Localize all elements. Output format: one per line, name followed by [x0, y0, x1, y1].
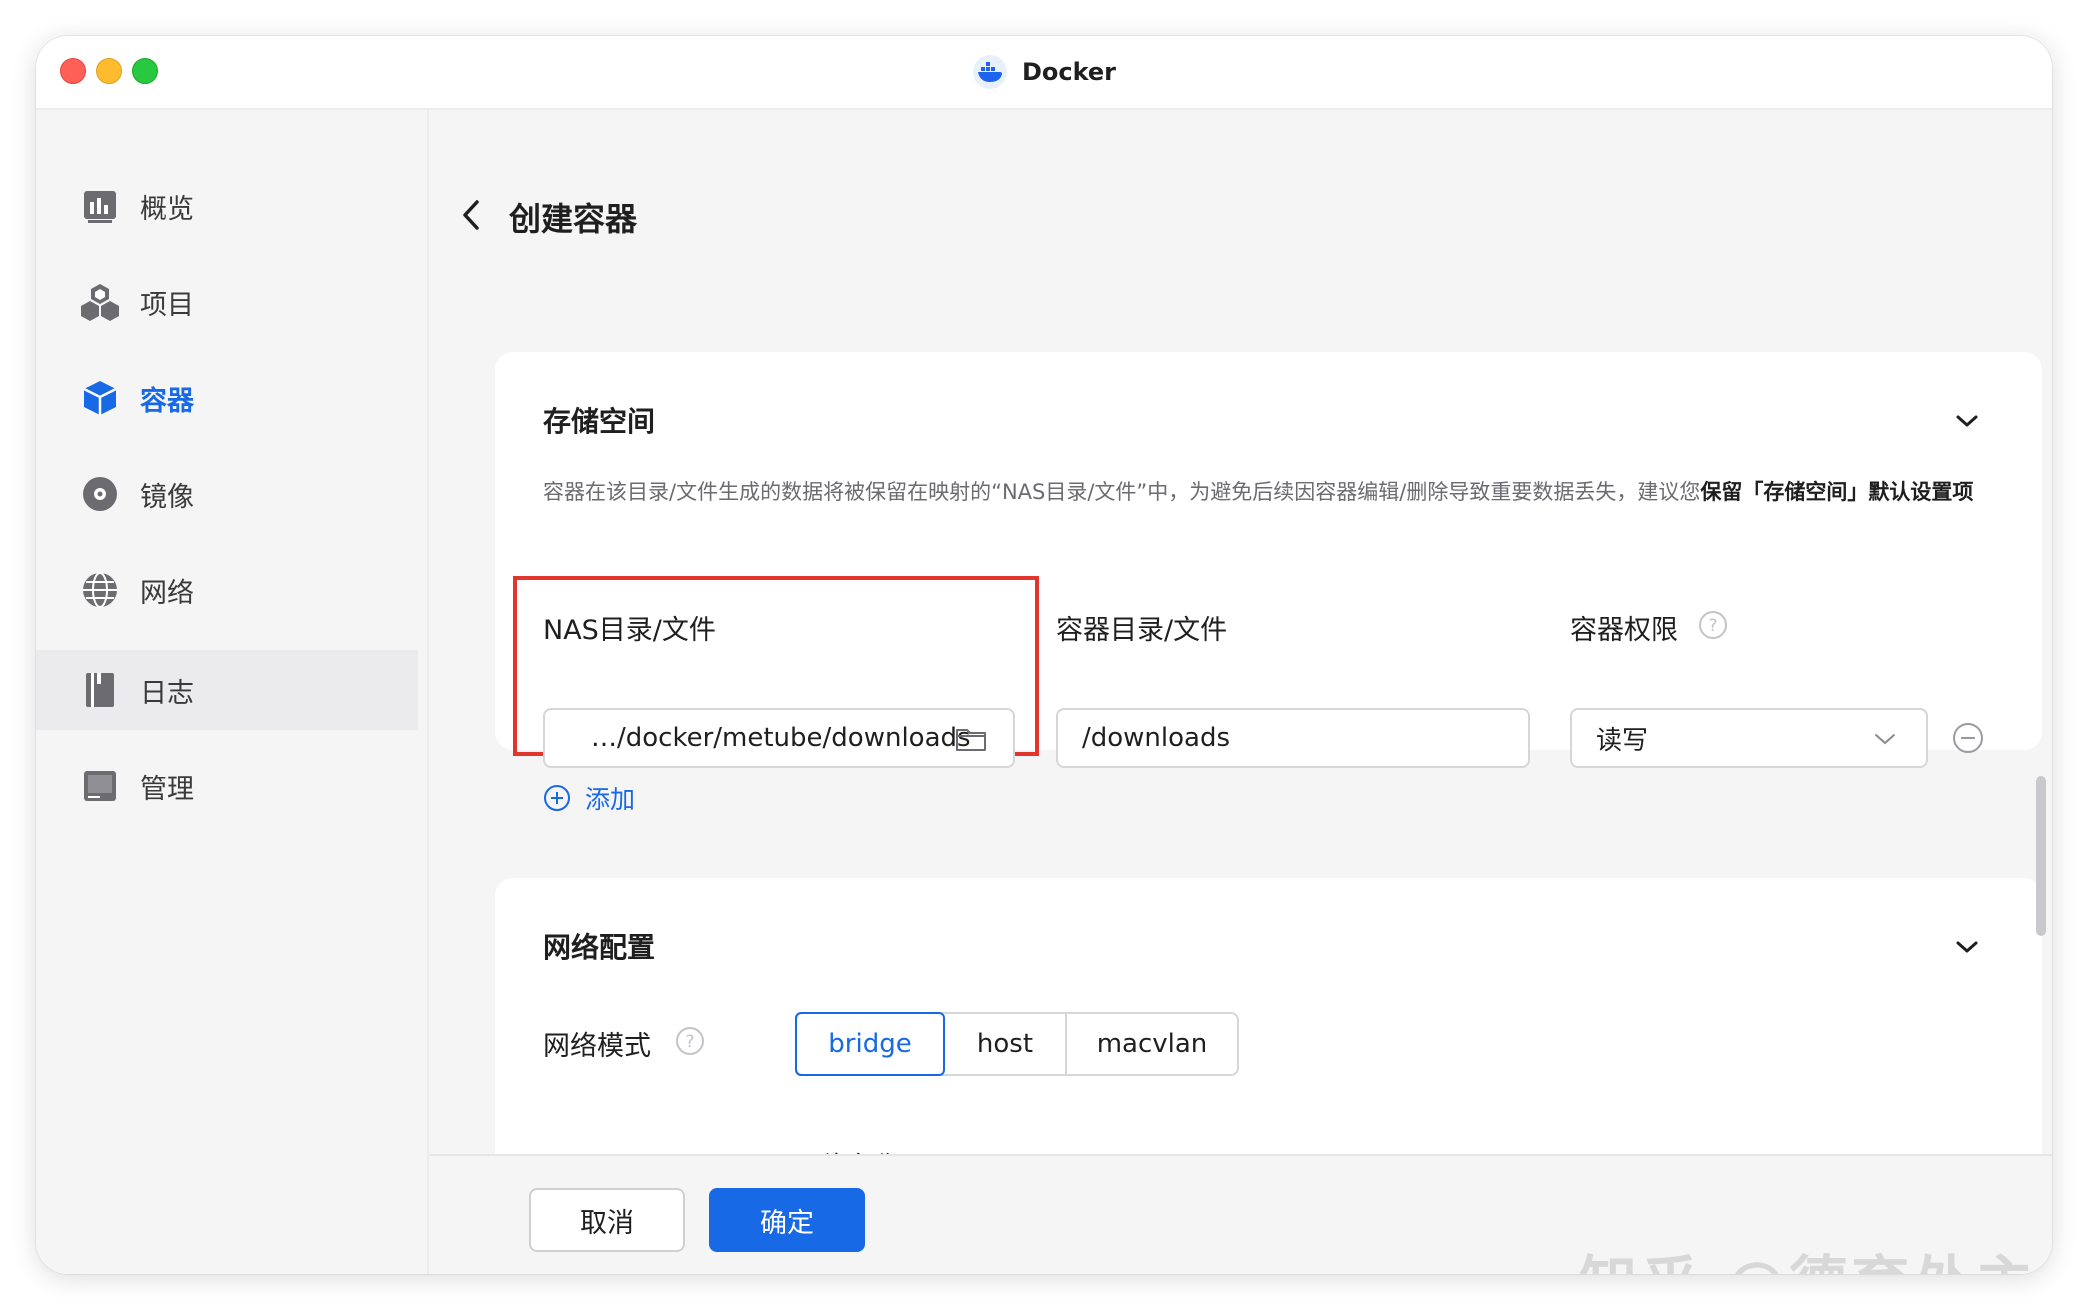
nas-path-value: …/docker/metube/downloads [591, 723, 971, 753]
container-permission-label: 容器权限 [1570, 615, 1678, 646]
container-cube-icon [83, 381, 117, 415]
folder-icon[interactable] [955, 726, 987, 752]
sidebar-item-network[interactable]: 网络 [36, 550, 418, 630]
app-title: Docker [36, 36, 2052, 108]
app-title-text: Docker [1021, 58, 1117, 86]
sidebar: 概览 项目 容器 镜像 网络 日志 管理 [36, 110, 429, 1274]
image-disc-icon [83, 477, 117, 511]
sidebar-item-manage[interactable]: 管理 [36, 746, 418, 826]
title-bar: Docker [36, 36, 2052, 110]
sidebar-item-overview[interactable]: 概览 [36, 166, 418, 246]
container-path-value: /downloads [1082, 723, 1231, 753]
svg-text:?: ? [1708, 616, 1717, 636]
select-chevron-down-icon [1875, 734, 1895, 745]
sidebar-item-label: 概览 [140, 193, 194, 225]
svg-text:?: ? [685, 1032, 694, 1052]
network-mode-bridge[interactable]: bridge [795, 1012, 945, 1076]
chevron-down-icon[interactable] [1954, 412, 1980, 430]
container-path-input[interactable]: /downloads [1056, 708, 1530, 768]
vertical-scrollbar[interactable] [2036, 776, 2046, 936]
storage-section: 存储空间 容器在该目录/文件生成的数据将被保留在映射的“NAS目录/文件”中，为… [495, 352, 2042, 814]
chevron-down-icon[interactable] [1954, 938, 1980, 956]
add-storage-label: 添加 [585, 785, 636, 814]
confirm-button[interactable]: 确定 [709, 1188, 865, 1252]
storage-description-text: 容器在该目录/文件生成的数据将被保留在映射的“NAS目录/文件”中，为避免后续因… [543, 480, 1701, 504]
storage-description: 容器在该目录/文件生成的数据将被保留在映射的“NAS目录/文件”中，为避免后续因… [543, 472, 1993, 512]
network-mode-host[interactable]: host [945, 1014, 1067, 1074]
sidebar-item-label: 管理 [140, 773, 194, 805]
cancel-button[interactable]: 取消 [529, 1188, 685, 1252]
docker-window: Docker 概览 项目 容器 镜像 网络 日志 管理 创建容器 存储空间 容器… [36, 36, 2052, 1274]
sidebar-item-label: 项目 [140, 289, 194, 321]
log-book-icon [86, 673, 114, 707]
network-mode-macvlan[interactable]: macvlan [1067, 1014, 1237, 1074]
manage-window-icon [84, 771, 116, 801]
sidebar-item-log[interactable]: 日志 [36, 650, 418, 730]
project-cubes-icon [81, 284, 119, 321]
sidebar-item-container[interactable]: 容器 [36, 358, 418, 438]
permission-select[interactable]: 读写 [1570, 708, 1928, 768]
watermark: 知乎 @德育处主任 [1579, 1236, 2052, 1274]
remove-row-icon[interactable] [1952, 722, 1984, 754]
storage-section-title: 存储空间 [543, 405, 656, 438]
network-mode-label: 网络模式 [543, 1031, 651, 1062]
network-mode-segmented-control: bridge host macvlan [795, 1012, 1239, 1076]
main-content: 创建容器 存储空间 容器在该目录/文件生成的数据将被保留在映射的“NAS目录/文… [429, 110, 2052, 1274]
storage-description-strong: 保留「存储空间」默认设置项 [1700, 480, 1974, 504]
sidebar-item-project[interactable]: 项目 [36, 262, 418, 342]
sidebar-item-label: 网络 [140, 577, 194, 609]
sidebar-item-image[interactable]: 镜像 [36, 454, 418, 534]
help-icon[interactable]: ? [1698, 610, 1728, 640]
overview-chart-icon [84, 191, 116, 223]
sidebar-item-label: 日志 [140, 677, 194, 709]
add-circle-icon [544, 785, 570, 811]
add-storage-button[interactable]: 添加 [543, 780, 635, 816]
back-arrow-icon[interactable] [457, 198, 485, 232]
sidebar-item-label: 容器 [140, 385, 194, 417]
nas-path-input[interactable]: …/docker/metube/downloads [543, 708, 1015, 768]
sidebar-item-label: 镜像 [140, 481, 194, 513]
action-bar: 取消 确定 知乎 @德育处主任 [429, 1154, 2052, 1274]
page-title: 创建容器 [509, 200, 638, 238]
container-path-label: 容器目录/文件 [1056, 615, 1228, 646]
help-icon[interactable]: ? [675, 1026, 705, 1056]
network-section-title: 网络配置 [543, 931, 656, 964]
permission-select-value: 读写 [1596, 725, 1649, 756]
docker-logo-icon [972, 55, 1007, 89]
network-globe-icon [83, 572, 117, 608]
